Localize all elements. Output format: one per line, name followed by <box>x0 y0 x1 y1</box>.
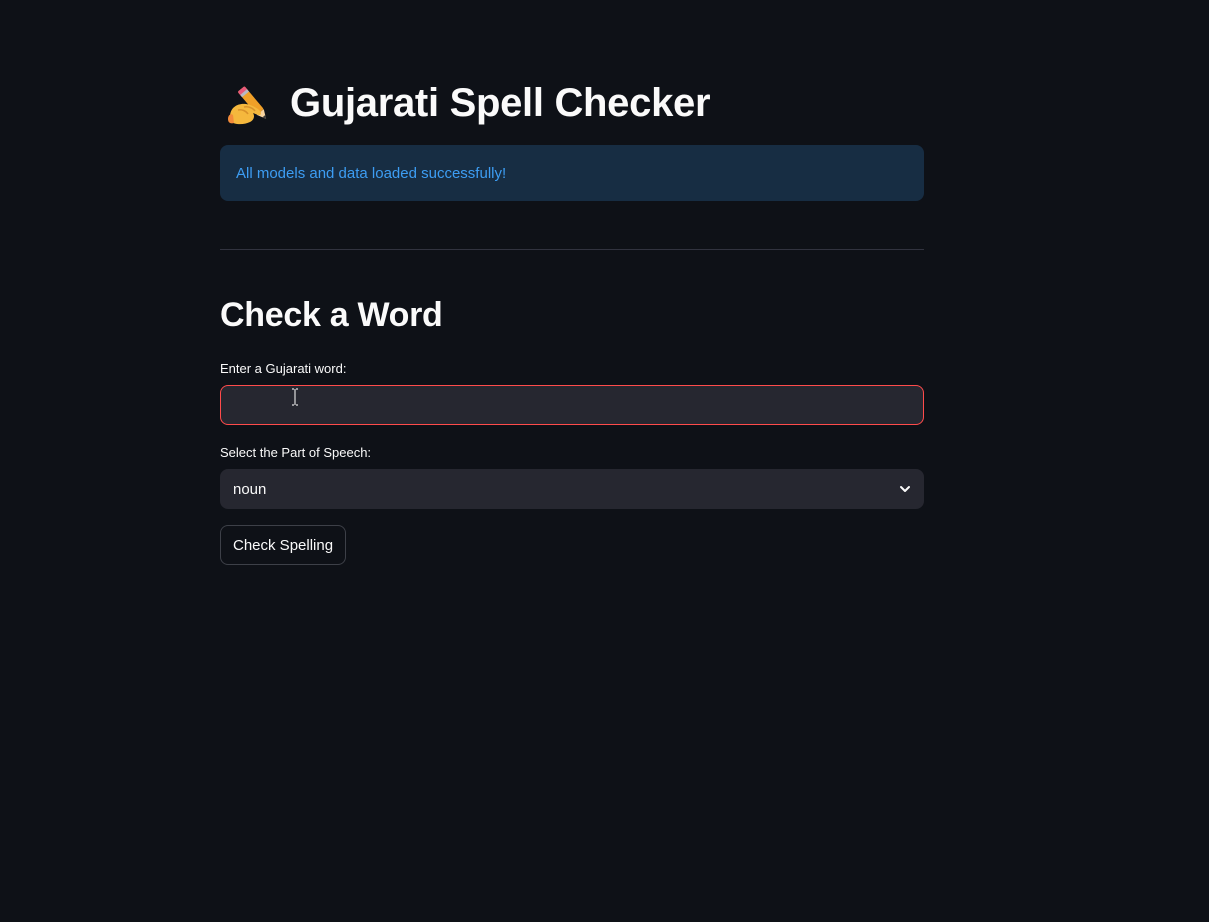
check-spelling-button[interactable]: Check Spelling <box>220 525 347 565</box>
divider <box>220 249 924 250</box>
word-input-label: Enter a Gujarati word: <box>220 361 347 376</box>
info-alert: All models and data loaded successfully! <box>220 145 924 201</box>
word-input[interactable] <box>220 385 924 425</box>
writing-hand-icon <box>228 86 267 125</box>
alert-message: All models and data loaded successfully! <box>236 164 507 182</box>
pos-select[interactable]: noun <box>220 469 924 509</box>
text-cursor-icon <box>292 388 298 406</box>
page-title: Gujarati Spell Checker <box>290 80 711 125</box>
pos-select-value: noun <box>233 480 267 498</box>
section-title: Check a Word <box>220 296 443 334</box>
chevron-down-icon[interactable] <box>898 482 912 496</box>
pos-select-label: Select the Part of Speech: <box>220 445 372 460</box>
page-header: Gujarati Spell Checker <box>224 76 711 130</box>
